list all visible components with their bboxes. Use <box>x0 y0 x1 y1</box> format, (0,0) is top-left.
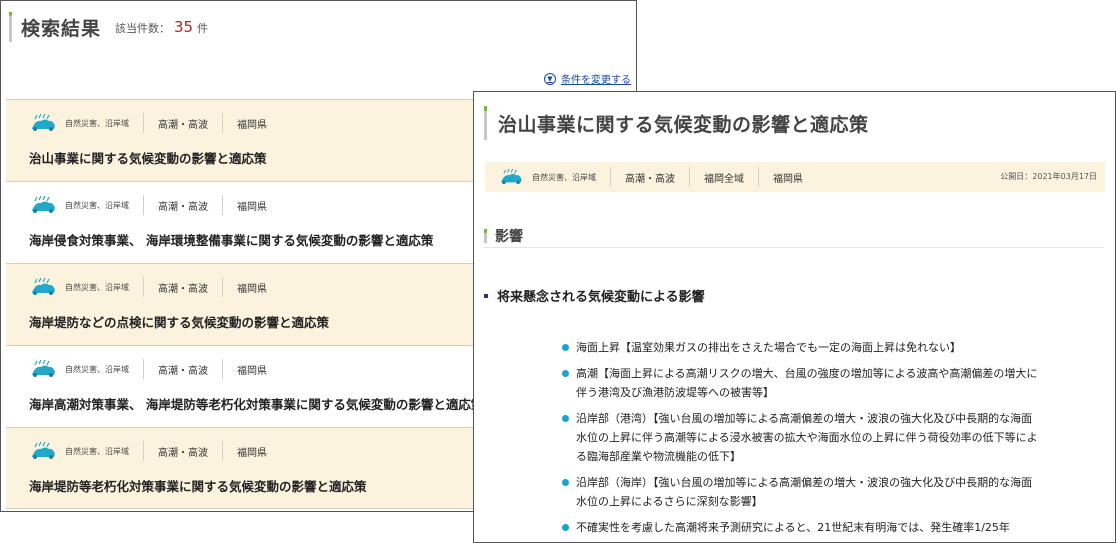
circle-bullet-icon <box>562 479 569 486</box>
circle-bullet-icon <box>562 415 569 422</box>
region-tag: 福岡県 <box>773 173 803 185</box>
category-tag: 自然災害、沿岸域 <box>65 282 129 292</box>
count-unit: 件 <box>197 22 209 35</box>
wave-disaster-icon <box>32 114 55 131</box>
region-tag: 福岡県 <box>237 201 267 213</box>
publish-date: 公開日：2021年03月17日 <box>1000 172 1097 181</box>
hazard-tag: 高潮・高波 <box>158 447 208 459</box>
category-tag: 自然災害、沿岸域 <box>65 118 129 128</box>
count-label: 該当件数： <box>115 22 171 35</box>
wave-disaster-icon <box>501 169 522 185</box>
wave-disaster-icon <box>32 196 55 213</box>
section-heading: 影響 <box>484 224 1104 248</box>
sub-heading: 将来懸念される気候変動による影響 <box>484 286 705 305</box>
wave-disaster-icon <box>32 360 55 377</box>
category-tag: 自然災害、沿岸域 <box>65 446 129 456</box>
list-item: 高潮【海面上昇による高潮リスクの増大、台風の強度の増加等による波高や高潮偏差の増… <box>562 364 1042 402</box>
region-tag: 福岡県 <box>237 283 267 295</box>
circle-bullet-icon <box>562 524 569 531</box>
count-value: 35 <box>174 18 194 36</box>
category-tag: 自然災害、沿岸域 <box>532 172 596 182</box>
hazard-tag: 高潮・高波 <box>625 173 675 185</box>
section-accent-bar <box>484 228 487 243</box>
wave-disaster-icon <box>32 278 55 295</box>
circle-bullet-icon <box>562 344 569 351</box>
list-item: 不確実性を考慮した高潮将来予測研究によると、21世紀末有明海では、発生確率1/2… <box>562 518 1042 537</box>
chevron-down-circle-icon: ▼ <box>544 72 556 85</box>
section-title: 影響 <box>495 228 523 245</box>
list-item: 沿岸部（港湾）【強い台風の増加等による高潮偏差の増大・波浪の強大化及び中長期的な… <box>562 409 1042 466</box>
change-conditions-label: 条件を変更する <box>561 75 631 86</box>
detail-title: 治山事業に関する気候変動の影響と適応策 <box>498 113 869 136</box>
impact-list: 海面上昇【温室効果ガスの排出をさえた場合でも一定の海面上昇は免れない】 高潮【海… <box>562 338 1042 542</box>
area-tag: 福岡全域 <box>704 173 744 185</box>
hazard-tag: 高潮・高波 <box>158 365 208 377</box>
detail-header: 治山事業に関する気候変動の影響と適応策 <box>484 106 869 140</box>
hazard-tag: 高潮・高波 <box>158 119 208 131</box>
region-tag: 福岡県 <box>237 447 267 459</box>
category-tag: 自然災害、沿岸域 <box>65 364 129 374</box>
hazard-tag: 高潮・高波 <box>158 201 208 213</box>
region-tag: 福岡県 <box>237 119 267 131</box>
circle-bullet-icon <box>562 370 569 377</box>
result-count: 該当件数： 35 件 <box>115 18 208 36</box>
square-bullet-icon <box>484 293 488 298</box>
detail-panel: 治山事業に関する気候変動の影響と適応策 自然災害、沿岸域 高潮・高波 福岡全域 … <box>473 91 1116 543</box>
page-title: 検索結果 <box>21 17 102 40</box>
detail-meta: 自然災害、沿岸域 高潮・高波 福岡全域 福岡県 公開日：2021年03月17日 <box>485 162 1105 192</box>
category-tag: 自然災害、沿岸域 <box>65 200 129 210</box>
hazard-tag: 高潮・高波 <box>158 283 208 295</box>
subsection-title: 将来懸念される気候変動による影響 <box>497 290 705 305</box>
title-accent-bar <box>9 12 12 42</box>
change-conditions-link[interactable]: ▼ 条件を変更する <box>544 71 631 86</box>
region-tag: 福岡県 <box>237 365 267 377</box>
list-item: 海面上昇【温室効果ガスの排出をさえた場合でも一定の海面上昇は免れない】 <box>562 338 1042 357</box>
title-accent-bar <box>484 106 487 140</box>
wave-disaster-icon <box>32 442 55 459</box>
list-item: 沿岸部（海岸）【強い台風の増加等による高潮偏差の増大・波浪の強大化及び中長期的な… <box>562 473 1042 511</box>
results-header: 検索結果 該当件数： 35 件 <box>9 11 208 43</box>
